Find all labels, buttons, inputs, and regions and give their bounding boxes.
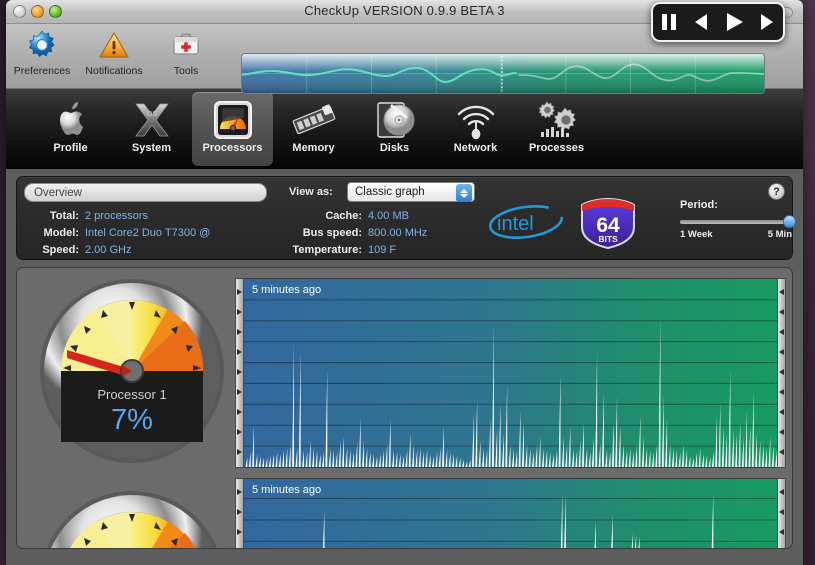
previous-icon[interactable] xyxy=(690,11,712,38)
tab-label: Memory xyxy=(292,142,335,154)
spec-row: Temperature: 109 F xyxy=(262,242,472,259)
spec-value: 2.00 GHz xyxy=(85,244,132,256)
spec-row: Bus speed: 800.00 MHz xyxy=(262,225,472,242)
chart-column: 5 minutes ago 5 minutes ago xyxy=(235,268,792,548)
spec-value: 800.00 MHz xyxy=(368,227,428,239)
toolbar-item-preferences[interactable]: Preferences xyxy=(6,24,78,77)
gear-icon xyxy=(6,28,78,62)
spec-key: Cache: xyxy=(325,210,362,222)
toolbar-item-label: Preferences xyxy=(13,65,71,77)
spec-key: Speed: xyxy=(42,244,79,256)
view-as-label: View as: xyxy=(289,186,333,198)
spec-value: 2 processors xyxy=(85,210,148,222)
gears-bars-icon xyxy=(534,97,580,142)
chart-processor-2: 5 minutes ago xyxy=(235,478,786,548)
gauge-value: 7% xyxy=(111,404,153,436)
spec-row: Total: 2 processors xyxy=(27,208,257,225)
media-control-overlay[interactable] xyxy=(651,2,785,42)
ram-stick-icon xyxy=(290,97,338,142)
toolbar-item-notifications[interactable]: Notifications xyxy=(78,24,150,77)
spec-key: Bus speed: xyxy=(302,227,362,239)
chart-processor-1: 5 minutes ago xyxy=(235,278,786,468)
gauge-column: Processor 1 7% xyxy=(17,268,235,548)
gauge-processor-2 xyxy=(37,488,227,548)
pause-icon[interactable] xyxy=(658,11,680,38)
processor-info-panel: Overview View as: Classic graph Total: 2… xyxy=(16,176,796,260)
toolbar-item-label: Notifications xyxy=(85,65,143,77)
chart-canvas xyxy=(244,299,777,467)
apple-icon xyxy=(51,97,91,142)
processor-2-history[interactable]: 5 minutes ago xyxy=(244,478,777,548)
spec-value: 109 F xyxy=(368,244,397,256)
chart-ruler-right xyxy=(777,478,786,548)
gauge-title: Processor 1 xyxy=(97,387,166,402)
intel-wordmark: intel xyxy=(497,213,534,235)
spec-row: Speed: 2.00 GHz xyxy=(27,242,257,259)
gauge-processor-1: Processor 1 7% xyxy=(37,276,227,471)
next-icon[interactable] xyxy=(756,11,778,38)
period-max-label: 5 Min xyxy=(767,229,792,240)
svg-text:OS: OS xyxy=(147,111,157,118)
bits-text: BITS xyxy=(598,234,618,244)
osx-icon: OS xyxy=(131,97,173,142)
tab-processors[interactable]: Processors xyxy=(192,92,273,166)
tab-processes[interactable]: Processes xyxy=(516,92,597,166)
tab-profile[interactable]: Profile xyxy=(30,92,111,166)
toolbar-item-tools[interactable]: Tools xyxy=(150,24,222,77)
tab-label: Processors xyxy=(202,142,263,154)
spec-key: Model: xyxy=(43,227,79,239)
tab-memory[interactable]: Memory xyxy=(273,92,354,166)
spec-row: Cache: 4.00 MB xyxy=(262,208,472,225)
first-aid-kit-icon xyxy=(150,28,222,62)
overview-field[interactable]: Overview xyxy=(24,183,267,202)
tab-network[interactable]: Network xyxy=(435,92,516,166)
processor-graph-area: Processor 1 7% 5 minutes ago 5 minutes a… xyxy=(16,267,793,549)
period-min-label: 1 Week xyxy=(680,229,713,240)
period-slider-ticks: 1 Week 5 Min xyxy=(680,229,792,240)
period-slider[interactable] xyxy=(680,215,796,228)
info-panel-container: Overview View as: Classic graph Total: 2… xyxy=(6,169,803,260)
specs-right-column: Cache: 4.00 MB Bus speed: 800.00 MHz Tem… xyxy=(262,208,472,259)
toolbar-item-label: Tools xyxy=(173,65,199,77)
tab-disks[interactable]: Disks xyxy=(354,92,435,166)
gauge-icon xyxy=(211,97,255,142)
view-as-value: Classic graph xyxy=(355,186,425,198)
hard-disk-icon xyxy=(372,97,418,142)
specs-left-column: Total: 2 processors Model: Intel Core2 D… xyxy=(27,208,257,259)
tab-label: System xyxy=(131,142,172,154)
tab-label: Disks xyxy=(379,142,410,154)
period-label: Period: xyxy=(680,199,718,211)
intel-logo: intel xyxy=(487,201,565,243)
main-tabbar: Profile OS System Processors Memory Disk… xyxy=(6,89,803,169)
warning-triangle-icon xyxy=(78,28,150,62)
spec-key: Total: xyxy=(49,210,79,222)
tab-label: Processes xyxy=(528,142,585,154)
play-icon[interactable] xyxy=(722,11,746,38)
chart-timestamp-label: 5 minutes ago xyxy=(252,284,322,296)
app-toolbar: Preferences Notifications Tools xyxy=(6,2,803,94)
spec-key: Temperature: xyxy=(292,244,362,256)
spec-row: Model: Intel Core2 Duo T7300 @ xyxy=(27,225,257,242)
chart-ruler-right xyxy=(777,278,786,468)
period-slider-knob[interactable] xyxy=(783,215,796,228)
view-as-select[interactable]: Classic graph xyxy=(347,182,475,202)
64-bits-badge: 64 BITS xyxy=(579,197,637,250)
chart-ruler-left xyxy=(235,278,244,468)
tab-label: Network xyxy=(453,142,498,154)
spec-value: Intel Core2 Duo T7300 @ xyxy=(85,227,211,239)
checkup-window: CheckUp VERSION 0.9.9 BETA 3 Preferences xyxy=(6,0,803,565)
chart-canvas xyxy=(244,493,777,548)
chart-timestamp-label: 5 minutes ago xyxy=(252,484,322,496)
help-button[interactable]: ? xyxy=(768,183,785,200)
processor-1-history[interactable]: 5 minutes ago xyxy=(244,278,777,468)
tab-label: Profile xyxy=(53,142,88,154)
wifi-icon xyxy=(453,97,499,142)
spec-value: 4.00 MB xyxy=(368,210,409,222)
tab-system[interactable]: OS System xyxy=(111,92,192,166)
mini-activity-graph[interactable] xyxy=(241,53,765,94)
stepper-arrows-icon[interactable] xyxy=(456,184,472,202)
period-control: Period: 1 Week 5 Min xyxy=(680,199,796,240)
chart-ruler-left xyxy=(235,478,244,548)
